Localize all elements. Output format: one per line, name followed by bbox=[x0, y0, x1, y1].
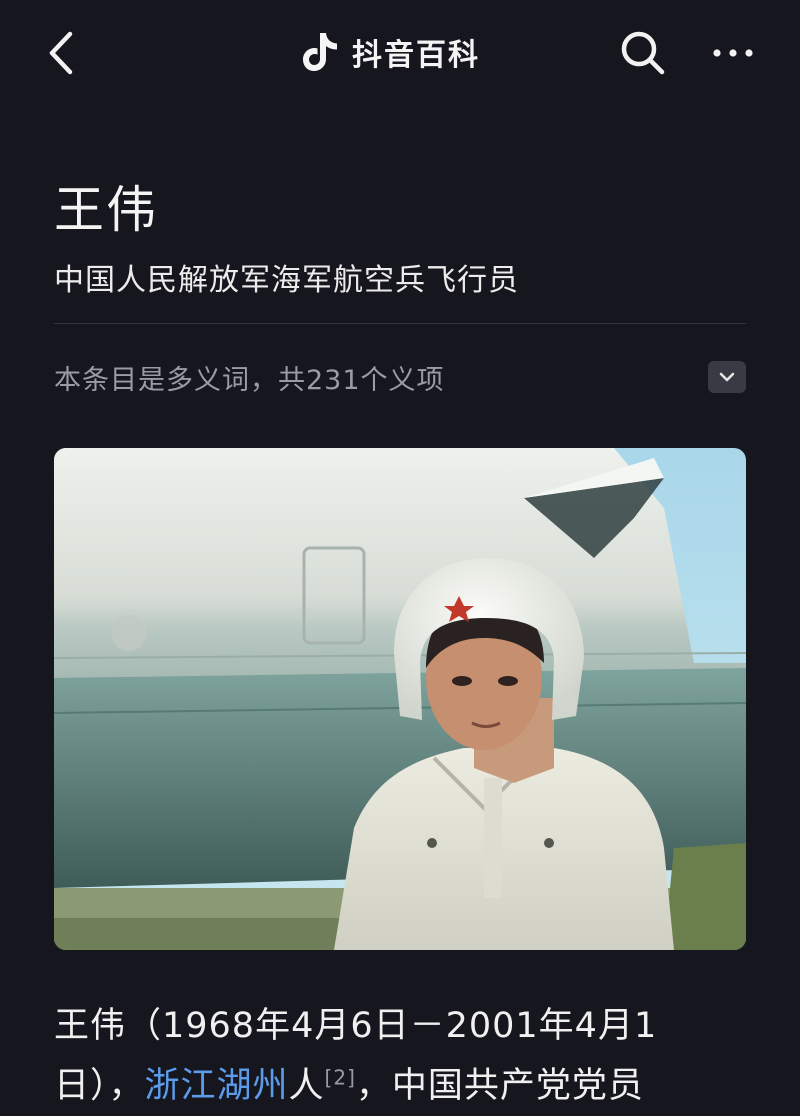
intro-text-3: ，中国共产党党员 bbox=[355, 1066, 644, 1106]
brand-name: 抖音百科 bbox=[352, 38, 480, 73]
entry-photo[interactable] bbox=[54, 448, 746, 950]
polysemy-note: 本条目是多义词，共231个义项 bbox=[54, 364, 445, 396]
citation-link[interactable]: [2] bbox=[325, 1065, 356, 1089]
polysemy-selector[interactable]: 本条目是多义词，共231个义项 bbox=[54, 355, 746, 399]
chevron-down-icon bbox=[719, 372, 735, 382]
divider bbox=[54, 323, 746, 324]
location-link[interactable]: 浙江湖州 bbox=[145, 1066, 289, 1106]
expand-button[interactable] bbox=[708, 361, 746, 393]
douyin-logo-icon bbox=[300, 30, 340, 74]
chevron-left-icon bbox=[49, 31, 73, 75]
back-button[interactable] bbox=[36, 28, 86, 78]
pilot-portrait-image bbox=[54, 448, 746, 950]
top-navigation-bar: 抖音百科 bbox=[0, 0, 800, 110]
search-button[interactable] bbox=[616, 26, 670, 80]
entry-intro-paragraph: 王伟（1968年4月6日－2001年4月1日），浙江湖州人[2]，中国共产党党员 bbox=[54, 996, 746, 1116]
search-icon bbox=[621, 31, 665, 75]
entry-subtitle: 中国人民解放军海军航空兵飞行员 bbox=[54, 263, 519, 298]
brand-logo-group: 抖音百科 bbox=[300, 30, 480, 74]
more-horizontal-icon bbox=[713, 49, 753, 57]
intro-text-2: 人 bbox=[288, 1066, 325, 1106]
more-options-button[interactable] bbox=[706, 26, 760, 80]
entry-title: 王伟 bbox=[54, 181, 158, 239]
